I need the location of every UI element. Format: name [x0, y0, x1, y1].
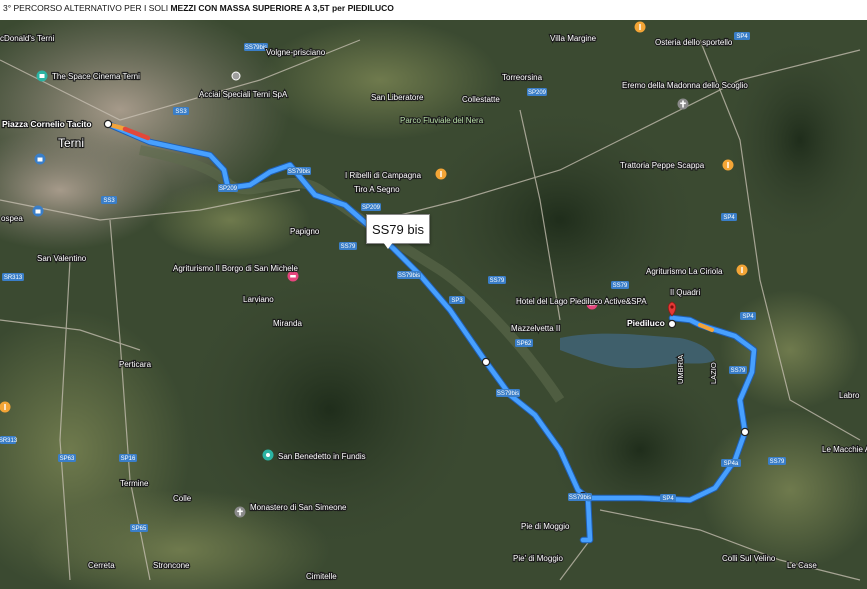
place-label: Trattoria Peppe Scappa — [620, 161, 705, 170]
waypoint[interactable] — [740, 427, 750, 437]
place-label: Mazzelvetta II — [511, 324, 560, 333]
place-label: cDonald's Terni — [0, 34, 55, 43]
location-dot-icon[interactable] — [231, 71, 241, 81]
shield-label: SS3 — [103, 198, 115, 204]
region-label-lazio: LAZIO — [709, 362, 718, 384]
place-label: Labro — [839, 391, 860, 400]
shield-label: SS79 — [770, 459, 785, 465]
place-label: Termine — [120, 479, 149, 488]
place-label: Colli Sul Velino — [722, 554, 776, 563]
place-label: The Space Cinema Terni — [52, 72, 140, 81]
place-label: Osteria dello sportello — [655, 38, 733, 47]
shield-label: SP3 — [451, 298, 463, 304]
shield-label: SR313 — [0, 438, 18, 444]
shield-label: SP209 — [362, 205, 381, 211]
place-label: Torreorsina — [502, 73, 543, 82]
shield-label: SS79 — [731, 368, 746, 374]
caption-text: 3° PERCORSO ALTERNATIVO PER I SOLI — [3, 3, 171, 13]
shield-label: SP4 — [662, 496, 674, 502]
place-label: Pie di Moggio — [521, 522, 570, 531]
place-label-piediluco: Piediluco — [627, 318, 665, 328]
place-label: Le Macchie Alte — [822, 445, 867, 454]
start-waypoint[interactable] — [103, 119, 113, 129]
shield-label: SP209 — [528, 90, 547, 96]
shield-label: SS79bis — [398, 273, 420, 279]
route-callout-tail — [383, 242, 393, 249]
shield-label: SP65 — [132, 526, 147, 532]
place-label: Pie' di Moggio — [513, 554, 564, 563]
shield-label: SP4 — [736, 34, 748, 40]
place-label: Acciai Speciali Terni SpA — [199, 90, 288, 99]
restaurant-pin-icon[interactable] — [634, 21, 646, 33]
place-label: Piazza Cornelio Tacito — [2, 119, 92, 129]
shield-label: SS79bis — [497, 391, 519, 397]
shield-label: SP63 — [60, 456, 75, 462]
shield-label: SS3 — [175, 109, 187, 115]
shield-label: SP4a — [724, 461, 739, 467]
landmark-pin-icon[interactable] — [262, 449, 274, 461]
place-label: San Benedetto in Fundis — [278, 452, 366, 461]
place-label: Cimitelle — [306, 572, 337, 581]
map-canvas[interactable]: SS79bis SS3 SP209 SS79bis SS3 SP209 SS79… — [0, 20, 867, 589]
shield-label: SR313 — [4, 275, 23, 281]
city-label-terni: Terni — [58, 136, 84, 150]
place-label: Stroncone — [153, 561, 190, 570]
shield-label: SP209 — [219, 186, 238, 192]
route-callout-label: SS79 bis — [366, 214, 430, 244]
place-label: Cerreta — [88, 561, 115, 570]
cinema-pin-icon[interactable] — [36, 70, 48, 82]
place-label: I Ribelli di Campagna — [345, 171, 422, 180]
map-caption: 3° PERCORSO ALTERNATIVO PER I SOLI MEZZI… — [3, 3, 394, 17]
shopping-pin-icon[interactable] — [32, 205, 44, 217]
place-label: Perticara — [119, 360, 152, 369]
place-label: Il Quadri — [670, 288, 700, 297]
shield-label: SP4 — [742, 314, 754, 320]
shield-label: SP62 — [517, 341, 532, 347]
place-label: Parco Fluviale del Nera — [400, 116, 484, 125]
region-label-umbria: UMBRIA — [676, 355, 685, 384]
place-label: Larviano — [243, 295, 274, 304]
shield-label: SS79bis — [569, 495, 591, 501]
place-label: Monastero di San Simeone — [250, 503, 347, 512]
restaurant-pin-icon[interactable] — [722, 159, 734, 171]
shield-label: SS79bis — [245, 45, 267, 51]
place-label: ospea — [1, 214, 23, 223]
restaurant-pin-icon[interactable] — [435, 168, 447, 180]
shield-label: SS79 — [613, 283, 628, 289]
place-label: Volgne-prisciano — [266, 48, 326, 57]
shield-label: SS79 — [490, 278, 505, 284]
satellite-map[interactable]: SS79bis SS3 SP209 SS79bis SS3 SP209 SS79… — [0, 20, 867, 589]
place-label: Agriturismo Il Borgo di San Michele — [173, 264, 298, 273]
end-waypoint[interactable] — [667, 319, 677, 329]
shield-label: SP4 — [723, 215, 735, 221]
restaurant-pin-icon[interactable] — [0, 401, 11, 413]
place-label: Villa Margine — [550, 34, 597, 43]
place-label: Colle — [173, 494, 192, 503]
place-label: Le Case — [787, 561, 817, 570]
waypoint[interactable] — [481, 357, 491, 367]
shield-label: SP16 — [121, 456, 136, 462]
place-label: Papigno — [290, 227, 320, 236]
place-label: Collestatte — [462, 95, 500, 104]
place-label: Miranda — [273, 319, 302, 328]
caption-bold-text: MEZZI CON MASSA SUPERIORE A 3,5T per PIE… — [170, 3, 394, 13]
place-label: Tiro A Segno — [354, 185, 400, 194]
church-pin-icon[interactable] — [677, 98, 689, 110]
shopping-pin-icon[interactable] — [34, 153, 46, 165]
monastery-pin-icon[interactable] — [234, 506, 246, 518]
place-label: San Liberatore — [371, 93, 424, 102]
restaurant-pin-icon[interactable] — [736, 264, 748, 276]
place-label: Hotel del Lago Piediluco Active&SPA — [516, 297, 647, 306]
place-label: Eremo della Madonna dello Scoglio — [622, 81, 748, 90]
shield-label: SS79bis — [288, 169, 310, 175]
place-label: San Valentino — [37, 254, 87, 263]
shield-label: SS79 — [341, 244, 356, 250]
place-label: Agriturismo La Ciriola — [646, 267, 723, 276]
